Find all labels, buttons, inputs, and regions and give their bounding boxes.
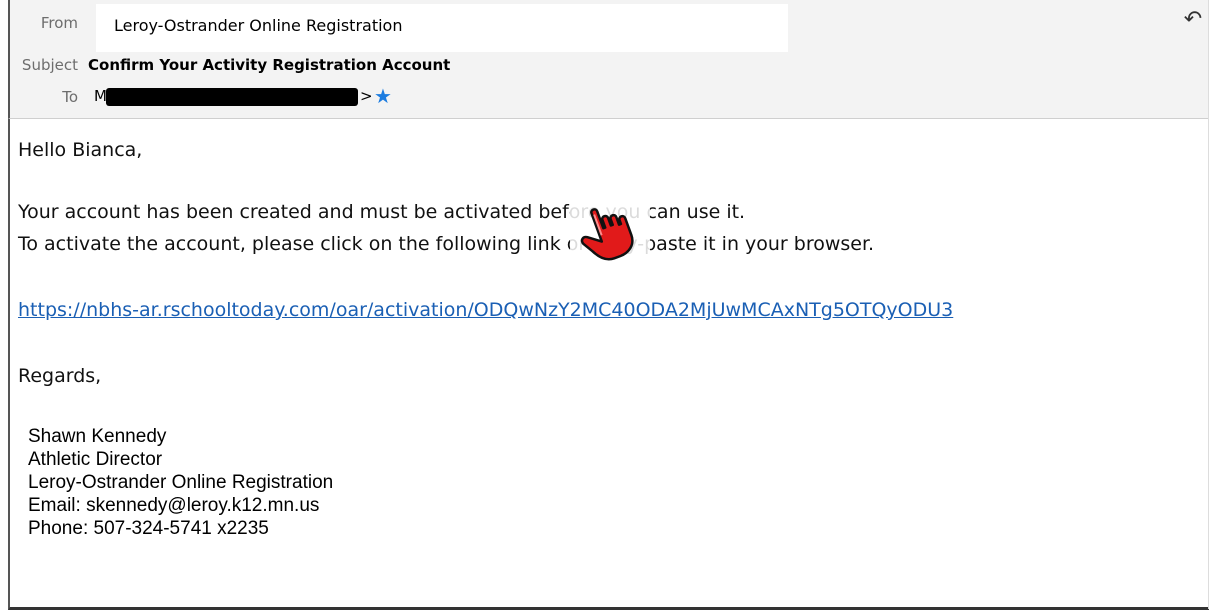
subject-value: Confirm Your Activity Registration Accou… [88,56,451,74]
from-value[interactable]: Leroy-Ostrander Online Registration [114,16,402,35]
reply-icon[interactable]: ↶ [1179,6,1207,34]
redacted-recipient [106,88,358,106]
signature-org: Leroy-Ostrander Online Registration [28,472,334,493]
email-window: Leroy-Ostrander Online Registration From… [0,0,1209,610]
regards-text: Regards, [18,365,102,387]
from-label: From [40,14,78,32]
email-body: Hello Bianca, Your account has been crea… [8,118,1209,610]
hand-pointer-icon [570,196,650,262]
signature-phone: Phone: 507-324-5741 x2235 [28,518,269,539]
signature-name: Shawn Kennedy [28,426,167,447]
email-header: Leroy-Ostrander Online Registration From… [8,0,1209,118]
subject-label: Subject [21,56,78,74]
signature-block: Shawn Kennedy Athletic Director Leroy-Os… [28,425,333,540]
to-label: To [62,88,78,106]
from-field: Leroy-Ostrander Online Registration [96,4,788,52]
body-line-2: To activate the account, please click on… [18,233,875,255]
signature-email[interactable]: Email: skennedy@leroy.k12.mn.us [28,494,333,517]
activation-link[interactable]: https://nbhs-ar.rschooltoday.com/oar/act… [18,299,953,321]
signature-title: Athletic Director [28,449,163,470]
to-recipient-suffix: > [360,87,373,105]
greeting-text: Hello Bianca, [18,139,143,161]
to-recipient-prefix[interactable]: M [94,87,107,105]
star-icon[interactable]: ★ [374,84,392,108]
